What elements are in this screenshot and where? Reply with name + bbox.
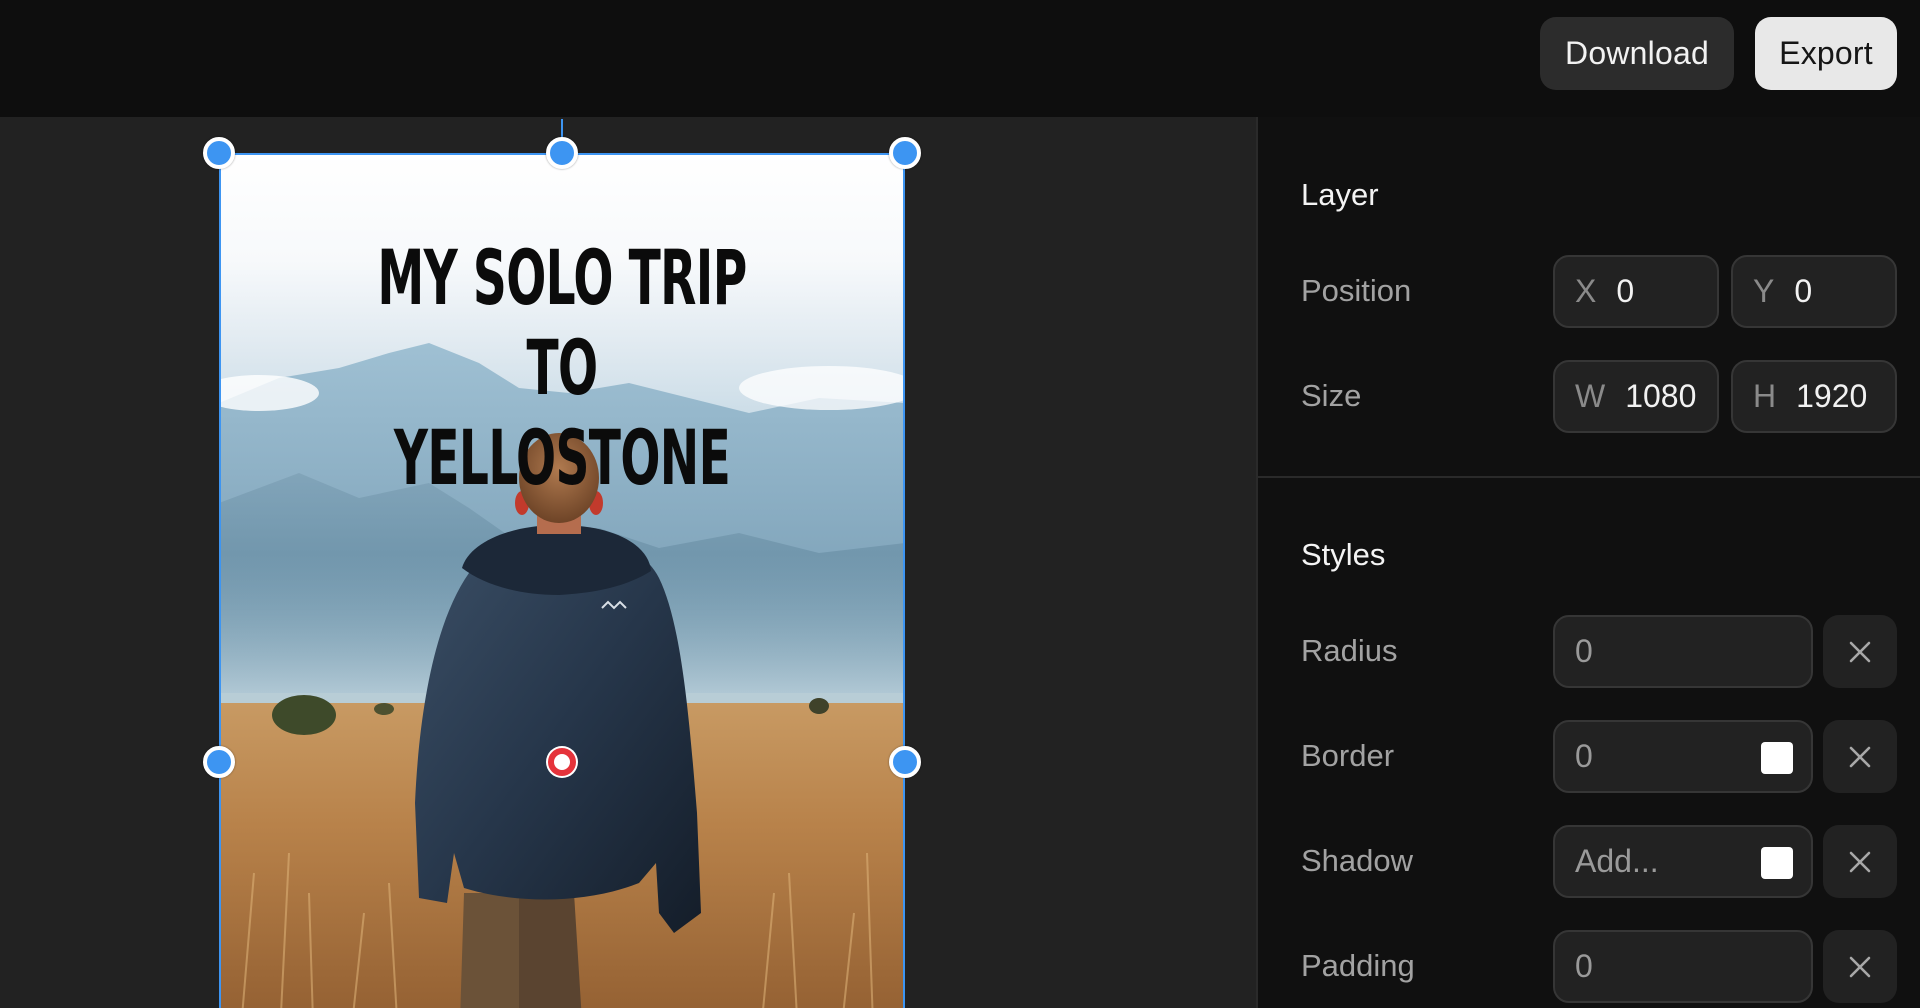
canvas-area[interactable]: MY SOLO TRIP TO YELLOSTONE <box>0 117 1256 1008</box>
position-y-value: 0 <box>1794 273 1813 309</box>
radius-label: Radius <box>1301 633 1398 668</box>
close-icon <box>1849 956 1871 977</box>
download-button[interactable]: Download <box>1540 17 1734 90</box>
close-icon <box>1849 746 1871 767</box>
shadow-input[interactable]: Add... <box>1553 825 1813 898</box>
border-value: 0 <box>1575 738 1593 774</box>
shadow-label: Shadow <box>1301 843 1414 878</box>
padding-value: 0 <box>1575 948 1593 984</box>
artboard[interactable]: MY SOLO TRIP TO YELLOSTONE <box>219 153 905 1008</box>
size-width-field[interactable]: W 1080 <box>1553 360 1719 433</box>
resize-handle-left[interactable] <box>203 746 235 778</box>
padding-clear-button[interactable] <box>1823 930 1897 1003</box>
position-label: Position <box>1301 273 1412 308</box>
radius-value: 0 <box>1575 633 1593 669</box>
shadow-placeholder: Add... <box>1575 843 1659 879</box>
border-clear-button[interactable] <box>1823 720 1897 793</box>
center-anchor-point[interactable] <box>548 748 576 776</box>
padding-input[interactable]: 0 <box>1553 930 1813 1003</box>
radius-clear-button[interactable] <box>1823 615 1897 688</box>
border-input[interactable]: 0 <box>1553 720 1813 793</box>
position-x-field[interactable]: X 0 <box>1553 255 1719 328</box>
radius-input[interactable]: 0 <box>1553 615 1813 688</box>
layer-section-title: Layer <box>1301 177 1379 212</box>
size-height-value: 1920 <box>1796 378 1868 414</box>
resize-handle-top-right[interactable] <box>889 137 921 169</box>
close-icon <box>1849 851 1871 872</box>
border-label: Border <box>1301 738 1395 773</box>
w-axis-label: W <box>1575 378 1606 414</box>
padding-label: Padding <box>1301 948 1415 983</box>
shadow-color-swatch[interactable] <box>1761 847 1793 879</box>
styles-section-title: Styles <box>1301 537 1386 572</box>
size-label: Size <box>1301 378 1362 413</box>
resize-handle-top[interactable] <box>546 137 578 169</box>
export-button[interactable]: Export <box>1755 17 1897 90</box>
artboard-headline[interactable]: MY SOLO TRIP TO YELLOSTONE <box>349 233 774 503</box>
shadow-clear-button[interactable] <box>1823 825 1897 898</box>
size-height-field[interactable]: H 1920 <box>1731 360 1897 433</box>
headline-line-1: MY SOLO TRIP TO <box>377 233 747 412</box>
x-axis-label: X <box>1575 273 1597 309</box>
y-axis-label: Y <box>1753 273 1775 309</box>
border-color-swatch[interactable] <box>1761 742 1793 774</box>
resize-handle-top-left[interactable] <box>203 137 235 169</box>
top-bar: Download Export <box>0 0 1920 117</box>
position-y-field[interactable]: Y 0 <box>1731 255 1897 328</box>
h-axis-label: H <box>1753 378 1777 414</box>
properties-panel: Layer Position X 0 Y 0 Size W 1080 H 192… <box>1256 117 1920 1008</box>
close-icon <box>1849 641 1871 662</box>
size-width-value: 1080 <box>1625 378 1697 414</box>
section-divider <box>1258 476 1920 478</box>
headline-line-2: YELLOSTONE <box>393 413 731 502</box>
position-x-value: 0 <box>1616 273 1635 309</box>
resize-handle-right[interactable] <box>889 746 921 778</box>
